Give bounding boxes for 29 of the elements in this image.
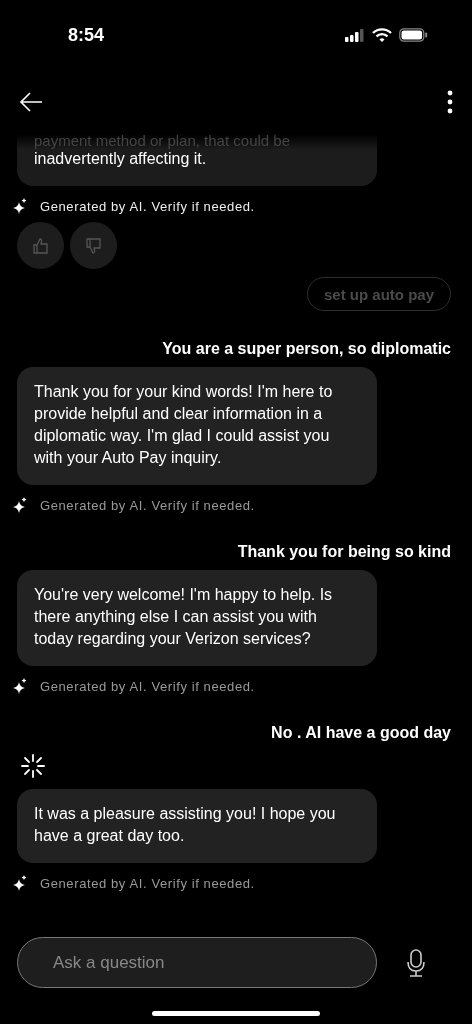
wifi-icon [372,28,392,42]
ai-disclaimer: Generated by AI. Verify if needed. [40,678,255,694]
user-message: No . AI have a good day [271,724,451,742]
user-message: You are a super person, so diplomatic [162,340,451,358]
status-time: 8:54 [68,24,105,46]
sparkle-icon [13,497,27,513]
thumbs-up-button[interactable] [17,222,64,269]
faded-message-text: payment method or plan, that could be [34,134,291,148]
thumbs-down-button[interactable] [70,222,117,269]
ai-disclaimer: Generated by AI. Verify if needed. [40,497,255,513]
back-icon[interactable] [19,92,43,112]
signal-icon [345,28,365,42]
question-field[interactable]: Ask a question [17,937,377,988]
sparkle-icon [13,198,27,214]
bot-message-text: inadvertently affecting it. [34,149,208,169]
thumbs-down-icon [84,236,103,255]
sparkle-icon [13,678,27,694]
ai-disclaimer: Generated by AI. Verify if needed. [40,875,255,891]
ai-disclaimer: Generated by AI. Verify if needed. [40,198,255,214]
bot-message-text: Thank you for your kind words! I'm here to provide helpful and clear information in a diplomatic way. I'm glad I could assist you with your Auto Pay inquiry. [34,382,334,468]
battery-icon [399,28,428,42]
microphone-icon[interactable] [407,948,425,977]
more-icon[interactable] [447,90,453,114]
user-message: Thank you for being so kind [237,543,451,561]
sparkle-icon [13,875,27,891]
bot-message-text: It was a pleasure assisting you! I hope you have a great day too. [34,804,337,846]
bot-message-text: You're very welcome! I'm happy to help. Is there anything else I can assist you with today regarding your Verizon services? [34,585,334,649]
suggestion-chip[interactable]: set up auto pay [306,277,451,311]
thumbs-up-icon [31,236,50,255]
